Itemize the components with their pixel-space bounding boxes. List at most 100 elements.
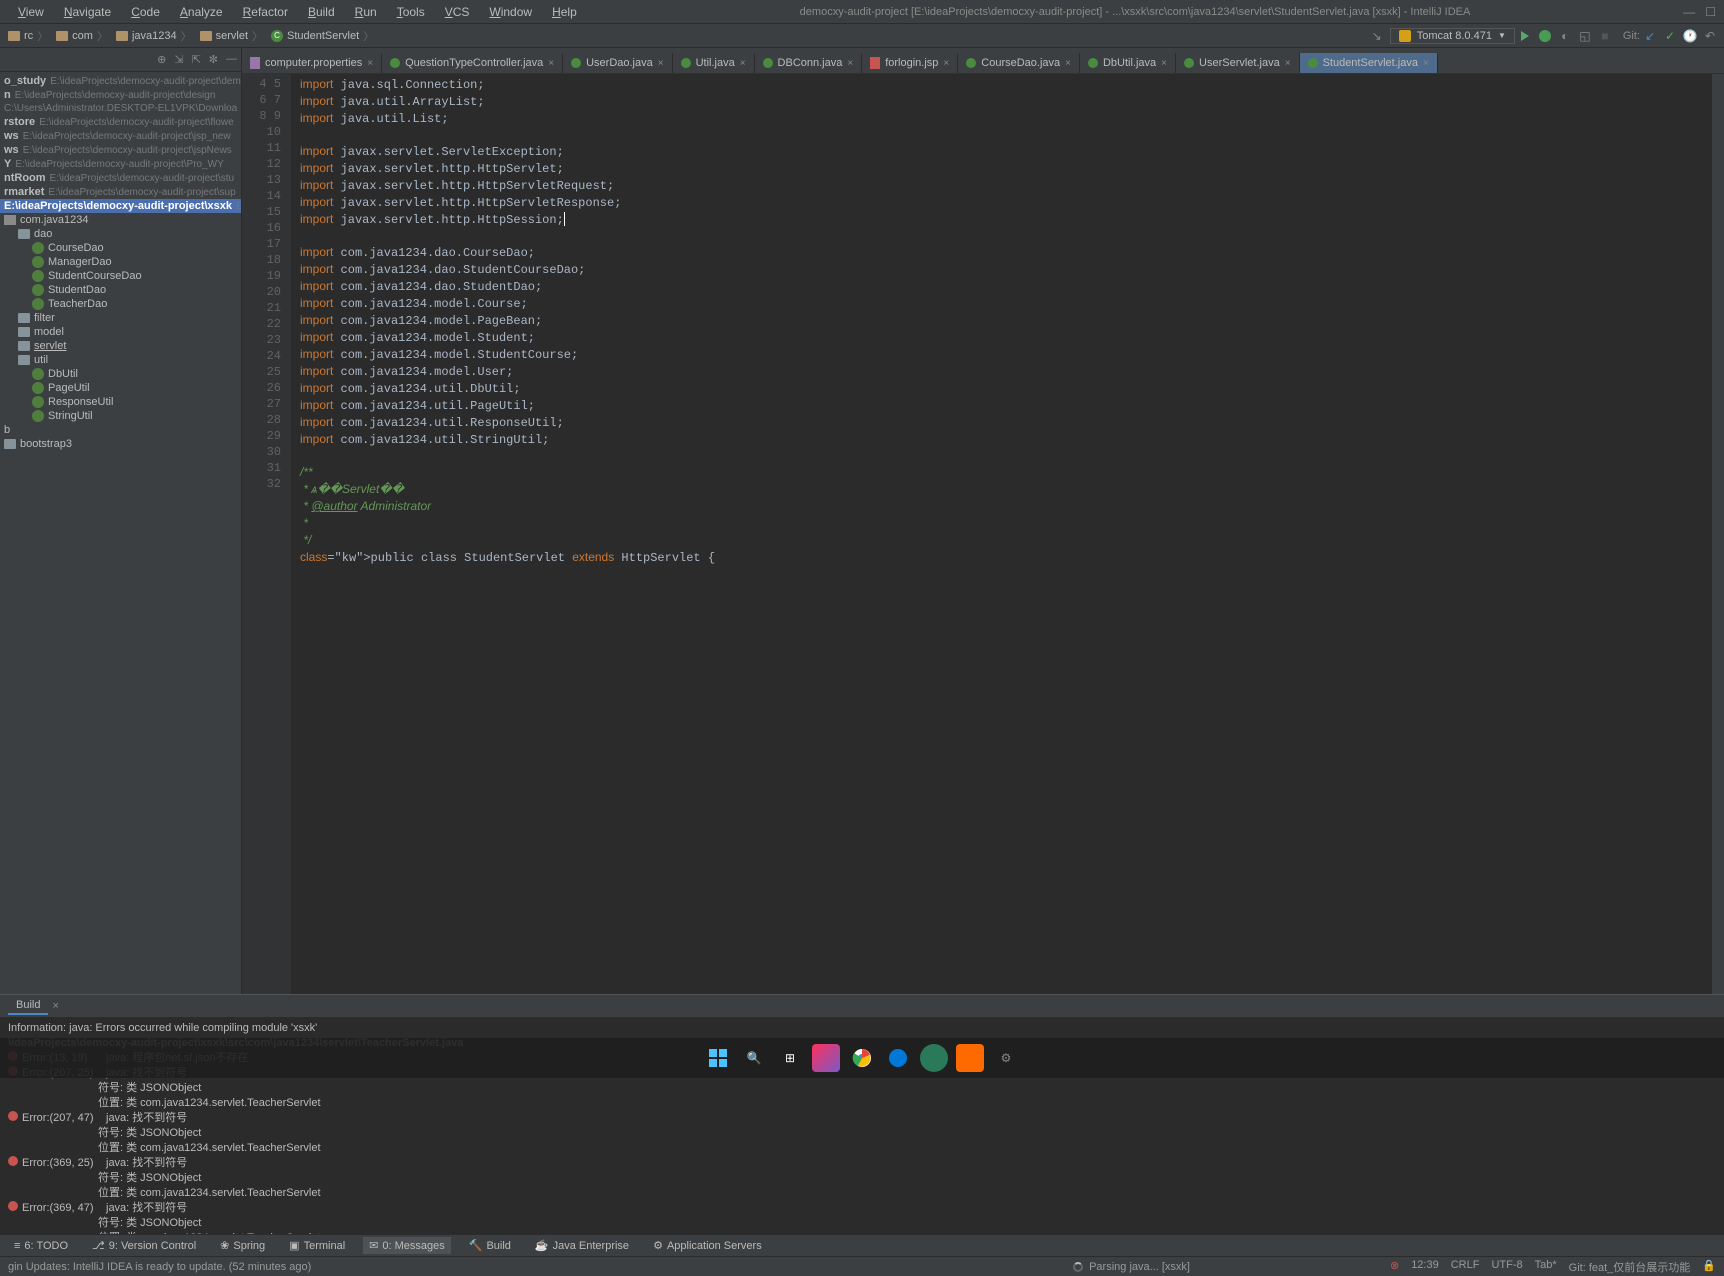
close-tab-icon[interactable]: × <box>367 58 373 69</box>
git-history-button[interactable]: 🕐 <box>1680 26 1700 46</box>
menu-analyze[interactable]: Analyze <box>170 3 233 21</box>
editor-tab[interactable]: CourseDao.java× <box>958 53 1080 73</box>
menu-build[interactable]: Build <box>298 3 345 21</box>
tree-module-item[interactable]: rmarket E:\ideaProjects\democxy-audit-pr… <box>0 185 241 199</box>
tree-class[interactable]: TeacherDao <box>0 297 241 311</box>
collapse-icon[interactable]: ⇱ <box>192 53 201 66</box>
coverage-button[interactable]: ◐ <box>1555 26 1575 46</box>
profile-button[interactable]: ◱ <box>1575 26 1595 46</box>
tree-module-item[interactable]: ws E:\ideaProjects\democxy-audit-project… <box>0 129 241 143</box>
tree-folder-dao[interactable]: dao <box>0 227 241 241</box>
edge-taskbar-icon[interactable] <box>884 1044 912 1072</box>
menu-help[interactable]: Help <box>542 3 587 21</box>
editor-tab[interactable]: DBConn.java× <box>755 53 863 73</box>
code-editor[interactable]: import java.sql.Connection; import java.… <box>292 74 1712 994</box>
tree-item-b[interactable]: b <box>0 423 241 437</box>
breadcrumb-item[interactable]: rc〉 <box>4 28 52 44</box>
tree-folder-model[interactable]: model <box>0 325 241 339</box>
tree-module-item[interactable]: ntRoom E:\ideaProjects\democxy-audit-pro… <box>0 171 241 185</box>
tree-class[interactable]: DbUtil <box>0 367 241 381</box>
close-notification-icon[interactable]: ⊗ <box>1390 1259 1399 1275</box>
intellij-taskbar-icon[interactable] <box>812 1044 840 1072</box>
stop-button[interactable]: ■ <box>1595 26 1615 46</box>
git-revert-button[interactable]: ↶ <box>1700 26 1720 46</box>
close-tab-icon[interactable]: × <box>943 58 949 69</box>
tree-module-item[interactable]: o_study E:\ideaProjects\democxy-audit-pr… <box>0 74 241 88</box>
tree-folder-bootstrap[interactable]: bootstrap3 <box>0 437 241 451</box>
tree-folder-util[interactable]: util <box>0 353 241 367</box>
editor-tab[interactable]: StudentServlet.java× <box>1300 53 1438 73</box>
close-tab-icon[interactable]: × <box>1065 58 1071 69</box>
editor-tab[interactable]: DbUtil.java× <box>1080 53 1176 73</box>
app2-taskbar-icon[interactable] <box>956 1044 984 1072</box>
tree-class[interactable]: ManagerDao <box>0 255 241 269</box>
close-tab-icon[interactable]: × <box>847 58 853 69</box>
close-tab-icon[interactable]: × <box>52 1000 58 1012</box>
build-tab[interactable]: Build <box>8 997 48 1015</box>
git-commit-button[interactable]: ✓ <box>1660 26 1680 46</box>
line-separator[interactable]: CRLF <box>1451 1259 1480 1275</box>
menu-window[interactable]: Window <box>479 3 542 21</box>
tool-window-button[interactable]: ✉0: Messages <box>363 1237 451 1254</box>
menu-code[interactable]: Code <box>121 3 170 21</box>
tree-package[interactable]: com.java1234 <box>0 213 241 227</box>
tree-class[interactable]: StudentCourseDao <box>0 269 241 283</box>
indent-indicator[interactable]: Tab* <box>1535 1259 1557 1275</box>
tree-class[interactable]: CourseDao <box>0 241 241 255</box>
minimize-icon[interactable]: — <box>1683 5 1695 19</box>
tree-class[interactable]: ResponseUtil <box>0 395 241 409</box>
task-view-button[interactable]: ⊞ <box>776 1044 804 1072</box>
tool-window-button[interactable]: ≡6: TODO <box>8 1238 74 1254</box>
breadcrumb-item[interactable]: CStudentServlet〉 <box>267 28 378 44</box>
line-col-indicator[interactable]: 12:39 <box>1411 1259 1439 1275</box>
git-branch[interactable]: Git: feat_仅前台展示功能 <box>1569 1259 1691 1275</box>
close-tab-icon[interactable]: × <box>1161 58 1167 69</box>
target-icon[interactable]: ⊕ <box>157 53 166 66</box>
editor-tab[interactable]: forlogin.jsp× <box>862 53 958 73</box>
breadcrumb-item[interactable]: servlet〉 <box>196 28 267 44</box>
menu-view[interactable]: View <box>8 3 54 21</box>
project-tree[interactable]: o_study E:\ideaProjects\democxy-audit-pr… <box>0 72 241 453</box>
expand-icon[interactable]: ⇲ <box>174 53 183 66</box>
tool-window-button[interactable]: ❀Spring <box>214 1237 271 1254</box>
lock-icon[interactable]: 🔒 <box>1702 1259 1716 1275</box>
editor-tab[interactable]: UserDao.java× <box>563 53 672 73</box>
menu-run[interactable]: Run <box>345 3 387 21</box>
git-update-button[interactable]: ↙ <box>1640 26 1660 46</box>
run-button[interactable] <box>1515 26 1535 46</box>
menu-refactor[interactable]: Refactor <box>233 3 298 21</box>
close-tab-icon[interactable]: × <box>740 58 746 69</box>
tree-module-item[interactable]: rstore E:\ideaProjects\democxy-audit-pro… <box>0 115 241 129</box>
close-tab-icon[interactable]: × <box>1285 58 1291 69</box>
hide-icon[interactable]: — <box>226 53 237 66</box>
app-taskbar-icon[interactable] <box>920 1044 948 1072</box>
tree-module-item[interactable]: Y E:\ideaProjects\democxy-audit-project\… <box>0 157 241 171</box>
tool-window-button[interactable]: 🔨Build <box>463 1237 517 1254</box>
error-stripe[interactable] <box>1712 74 1724 994</box>
background-task[interactable]: Parsing java... [xsxk] <box>1089 1261 1190 1273</box>
tree-class[interactable]: StudentDao <box>0 283 241 297</box>
debug-button[interactable] <box>1535 26 1555 46</box>
tree-class[interactable]: PageUtil <box>0 381 241 395</box>
update-icon[interactable]: ↘ <box>1372 29 1382 43</box>
editor-gutter[interactable]: 4 5 6 7 8 9 10 11 12 13 14 15 16 17 18 1… <box>242 74 292 994</box>
settings-icon[interactable]: ✼ <box>209 53 218 66</box>
tree-module-item[interactable]: E:\ideaProjects\democxy-audit-project\xs… <box>0 199 241 213</box>
menu-vcs[interactable]: VCS <box>435 3 480 21</box>
breadcrumb-item[interactable]: java1234〉 <box>112 28 196 44</box>
editor-tab[interactable]: Util.java× <box>673 53 755 73</box>
editor-tab[interactable]: computer.properties× <box>242 53 382 73</box>
breadcrumb-item[interactable]: com〉 <box>52 28 112 44</box>
start-button[interactable] <box>704 1044 732 1072</box>
close-tab-icon[interactable]: × <box>1423 58 1429 69</box>
editor-tab[interactable]: UserServlet.java× <box>1176 53 1300 73</box>
file-encoding[interactable]: UTF-8 <box>1491 1259 1522 1275</box>
run-configuration[interactable]: Tomcat 8.0.471 ▼ <box>1390 28 1515 44</box>
tree-module-item[interactable]: ws E:\ideaProjects\democxy-audit-project… <box>0 143 241 157</box>
tree-folder-servlet[interactable]: servlet <box>0 339 241 353</box>
close-tab-icon[interactable]: × <box>658 58 664 69</box>
maximize-icon[interactable]: ☐ <box>1705 5 1716 19</box>
tool-window-button[interactable]: ⚙Application Servers <box>647 1237 768 1254</box>
tool-window-button[interactable]: ☕Java Enterprise <box>529 1237 635 1254</box>
tool-window-button[interactable]: ⎇9: Version Control <box>86 1237 202 1254</box>
